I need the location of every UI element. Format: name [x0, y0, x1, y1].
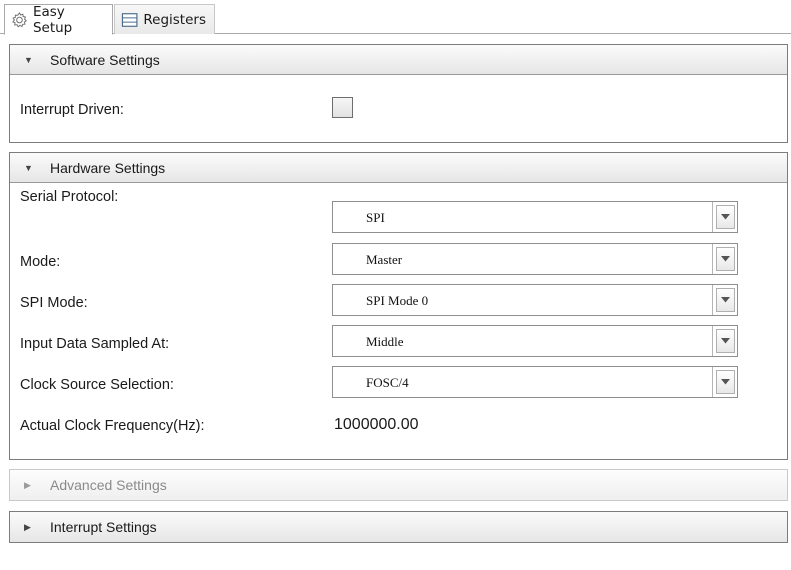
spi-mode-select[interactable]: SPI Mode 0: [332, 284, 738, 316]
dropdown-button[interactable]: [716, 288, 735, 312]
select-value: Master: [366, 252, 403, 267]
advanced-settings-header: ▶ Advanced Settings: [10, 470, 787, 500]
select-divider: [712, 326, 713, 356]
tab-bar: Easy Setup Registers: [0, 0, 791, 36]
clock-frequency-label: Actual Clock Frequency(Hz):: [20, 418, 205, 434]
serial-protocol-label: Serial Protocol:: [20, 189, 119, 205]
tab-registers[interactable]: Registers: [114, 4, 215, 34]
software-settings-header[interactable]: ▼ Software Settings: [10, 45, 787, 75]
dropdown-button[interactable]: [716, 370, 735, 394]
triangle-right-icon: ▶: [24, 521, 31, 532]
mode-select[interactable]: Master: [332, 243, 738, 275]
dropdown-button[interactable]: [716, 205, 735, 229]
hardware-settings-header[interactable]: ▼ Hardware Settings: [10, 153, 787, 183]
chevron-down-icon: [721, 338, 730, 344]
interrupt-settings-header[interactable]: ▶ Interrupt Settings: [10, 512, 787, 542]
serial-protocol-select[interactable]: SPI: [332, 201, 738, 233]
panel-title: Software Settings: [50, 51, 160, 68]
select-value: SPI Mode 0: [366, 293, 429, 308]
tab-easy-setup[interactable]: Easy Setup: [4, 3, 113, 36]
hardware-settings-panel: ▼ Hardware Settings Serial Protocol: SPI…: [9, 152, 788, 460]
tab-label: Easy Setup: [32, 3, 73, 36]
interrupt-settings-panel: ▶ Interrupt Settings: [9, 511, 788, 543]
triangle-right-icon: ▶: [24, 479, 31, 490]
input-data-sampled-label: Input Data Sampled At:: [20, 336, 170, 352]
chevron-down-icon: [721, 379, 730, 385]
mode-label: Mode:: [20, 254, 61, 270]
panel-title: Hardware Settings: [50, 159, 166, 176]
chevron-down-icon: [721, 214, 730, 220]
select-value: SPI: [366, 210, 385, 225]
select-divider: [712, 285, 713, 315]
spi-mode-label: SPI Mode:: [20, 295, 88, 311]
tab-label: Registers: [143, 11, 206, 28]
triangle-down-icon: ▼: [24, 54, 33, 65]
select-value: FOSC/4: [366, 375, 409, 390]
interrupt-driven-checkbox[interactable]: [332, 97, 353, 118]
clock-frequency-value: 1000000.00: [334, 416, 419, 433]
chevron-down-icon: [721, 256, 730, 262]
clock-source-select[interactable]: FOSC/4: [332, 366, 738, 398]
panel-title: Advanced Settings: [50, 477, 167, 493]
select-value: Middle: [366, 334, 404, 349]
panel-title: Interrupt Settings: [50, 519, 157, 535]
interrupt-driven-label: Interrupt Driven:: [20, 102, 124, 118]
input-data-sampled-select[interactable]: Middle: [332, 325, 738, 357]
chevron-down-icon: [721, 297, 730, 303]
registers-icon: [121, 12, 138, 27]
gear-icon: [12, 11, 28, 28]
select-divider: [712, 244, 713, 274]
triangle-down-icon: ▼: [24, 162, 33, 173]
select-divider: [712, 202, 713, 232]
clock-source-label: Clock Source Selection:: [20, 377, 174, 393]
software-settings-panel: ▼ Software Settings Interrupt Driven:: [9, 44, 788, 143]
dropdown-button[interactable]: [716, 247, 735, 271]
advanced-settings-panel: ▶ Advanced Settings: [9, 469, 788, 501]
dropdown-button[interactable]: [716, 329, 735, 353]
select-divider: [712, 367, 713, 397]
